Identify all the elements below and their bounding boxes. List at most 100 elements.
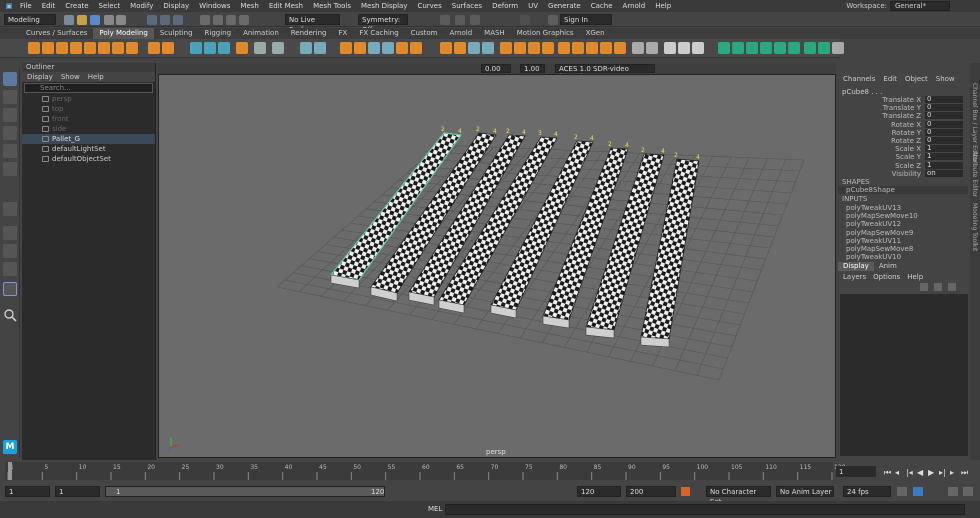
shelf-tab-rendering[interactable]: Rendering (285, 28, 333, 39)
end-time-field[interactable]: 200 (626, 486, 676, 497)
channel-value[interactable]: 1 (925, 153, 963, 161)
outliner-menu-help[interactable]: Help (88, 72, 104, 82)
channel-row[interactable]: Scale X 1 (838, 145, 968, 153)
menu-create[interactable]: Create (60, 2, 93, 10)
channel-value[interactable]: 0 (925, 104, 963, 112)
channel-value[interactable]: 0 (925, 128, 963, 136)
current-time-marker[interactable] (8, 462, 12, 480)
layer-menu-options[interactable]: Options (873, 273, 900, 281)
uv-set-icon[interactable] (832, 42, 844, 54)
channel-row[interactable]: Visibility on (838, 169, 968, 178)
render-settings-icon[interactable] (470, 15, 480, 25)
cut-uv-icon[interactable] (774, 42, 786, 54)
shelf-tab-custom[interactable]: Custom (405, 28, 444, 39)
outliner-item[interactable]: front (22, 114, 155, 124)
sphere-icon[interactable] (28, 42, 40, 54)
channel-value[interactable]: 0 (925, 96, 963, 103)
outliner-item[interactable]: top (22, 104, 155, 114)
extrude-icon[interactable] (300, 42, 312, 54)
shelf-tab-sculpting[interactable]: Sculpting (154, 28, 199, 39)
outliner-item[interactable]: Pallet_G (22, 134, 155, 144)
camera-uv-icon[interactable] (732, 42, 744, 54)
time-slider[interactable]: 1510152025303540455055606570758085909510… (0, 460, 980, 483)
multi-cut-icon[interactable] (368, 42, 380, 54)
shelf-tab-animation[interactable]: Animation (237, 28, 285, 39)
layer-menu-layers[interactable]: Layers (843, 273, 866, 281)
outliner-item[interactable]: defaultLightSet (22, 144, 155, 154)
time-slider-canvas[interactable]: 1510152025303540455055606570758085909510… (0, 460, 980, 483)
snap-curve-icon[interactable] (213, 15, 223, 25)
search-icon[interactable] (3, 308, 17, 322)
snap-point-icon[interactable] (226, 15, 236, 25)
channel-value[interactable]: on (925, 169, 963, 177)
outliner-menu-display[interactable]: Display (27, 72, 53, 82)
anim-prefs-icon[interactable] (913, 487, 923, 496)
step-forward-icon[interactable]: ▸ (950, 468, 954, 477)
history-node[interactable]: polyMapSewMove9 (846, 229, 913, 237)
outliner-item[interactable]: side (22, 124, 155, 134)
fps-dropdown[interactable]: 24 fps (843, 486, 891, 497)
history-node[interactable]: polyTweakUV10 (846, 253, 901, 261)
workspace-dropdown[interactable]: General* (890, 1, 950, 11)
open-scene-icon[interactable] (77, 15, 87, 25)
playback-end-field[interactable]: 120 (577, 486, 621, 497)
render-icon[interactable] (440, 15, 450, 25)
layer-list[interactable] (840, 294, 968, 456)
connect-icon[interactable] (396, 42, 408, 54)
type-icon[interactable] (162, 42, 174, 54)
shelf-tab-motion-graphics[interactable]: Motion Graphics (511, 28, 580, 39)
spin-icon[interactable] (586, 42, 598, 54)
uv-toolkit-icon[interactable] (818, 42, 830, 54)
remesh-icon[interactable] (254, 42, 266, 54)
svg-text-icon[interactable] (148, 42, 160, 54)
bridge-icon[interactable] (314, 42, 326, 54)
channel-row[interactable]: Translate X 0 (838, 96, 968, 104)
viewport-3d[interactable]: 2 4 2 4 2 4 3 4 2 4 2 4 2 4 2 4 persp (158, 74, 836, 458)
axis-orient-icon[interactable] (3, 202, 17, 216)
smooth-icon[interactable] (218, 42, 230, 54)
channel-menu-channels[interactable]: Channels (843, 75, 875, 83)
channel-row[interactable]: Rotate X 0 (838, 120, 968, 129)
boolean-icon[interactable] (236, 42, 248, 54)
history-node[interactable]: polyMapSewMove10 (846, 212, 918, 220)
slide-icon[interactable] (632, 42, 644, 54)
channel-value[interactable]: 1 (925, 161, 963, 169)
plane-icon[interactable] (98, 42, 110, 54)
layout-icon[interactable] (760, 42, 772, 54)
delete-edge-icon[interactable] (558, 42, 570, 54)
torus-icon[interactable] (84, 42, 96, 54)
key-forward-icon[interactable]: ▸| (939, 468, 946, 477)
channel-row[interactable]: Scale Y 1 (838, 153, 968, 161)
menu-file[interactable]: File (15, 2, 37, 10)
history-node[interactable]: polyTweakUV13 (846, 204, 901, 212)
collapse-icon[interactable] (454, 42, 466, 54)
layer-tab-display[interactable]: Display (838, 262, 874, 271)
menu-cache[interactable]: Cache (586, 2, 618, 10)
sound-icon[interactable] (948, 487, 958, 496)
cylindrical-icon[interactable] (678, 42, 690, 54)
ipr-render-icon[interactable] (455, 15, 465, 25)
undo-icon[interactable] (104, 15, 114, 25)
history-node[interactable]: polyMapSewMove8 (846, 245, 913, 253)
menu-help[interactable]: Help (650, 2, 676, 10)
channel-value[interactable]: 1 (925, 145, 963, 153)
character-set-dropdown[interactable]: No Character Set (706, 486, 771, 506)
shelf-tab-fx[interactable]: FX (333, 28, 354, 39)
fill-hole-icon[interactable] (410, 42, 422, 54)
snap-grid-icon[interactable] (200, 15, 210, 25)
circularize-icon[interactable] (572, 42, 584, 54)
snap-plane-icon[interactable] (239, 15, 249, 25)
channel-row[interactable]: Translate Y 0 (838, 104, 968, 112)
single-pane-icon[interactable] (3, 226, 17, 240)
range-slider[interactable]: 1 120 (105, 486, 385, 497)
history-node[interactable]: polyTweakUV12 (846, 220, 901, 228)
flip-icon[interactable] (646, 42, 658, 54)
start-time-field[interactable]: 1 (5, 486, 50, 497)
layer-menu-help[interactable]: Help (907, 273, 923, 281)
shelf-tab-xgen[interactable]: XGen (580, 28, 611, 39)
channel-row[interactable]: Rotate Y 0 (838, 128, 968, 137)
side-tab-modeling-toolkit[interactable]: Modeling Toolkit (971, 203, 978, 251)
move-tool-icon[interactable] (3, 126, 17, 140)
menu-mesh[interactable]: Mesh (235, 2, 263, 10)
menu-uv[interactable]: UV (523, 2, 543, 10)
